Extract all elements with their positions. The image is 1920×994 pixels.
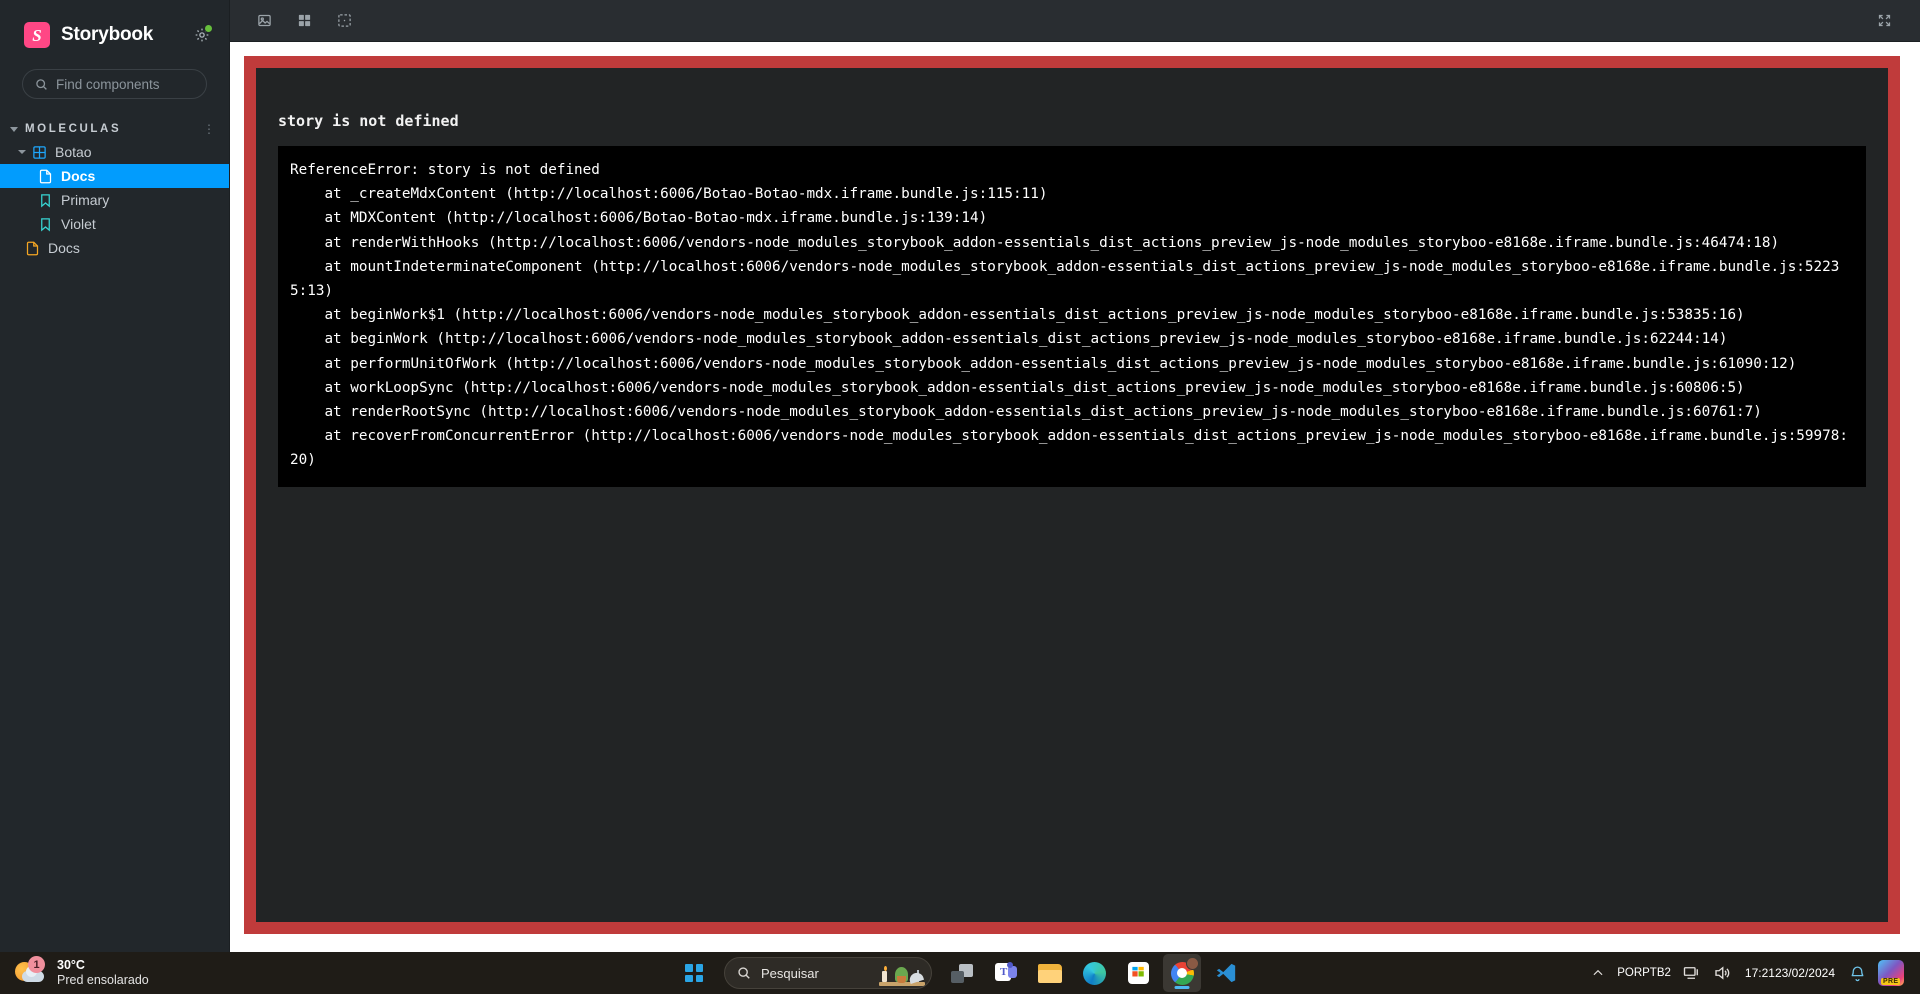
language-line-2: PTB2 [1642,967,1671,979]
tray-chevron-up[interactable] [1591,966,1605,980]
document-icon [39,169,52,183]
copilot-button[interactable]: PRE [1878,960,1904,986]
taskbar-app-edge[interactable] [1075,954,1113,992]
file-explorer-icon [1038,963,1062,983]
grid-icon [298,14,310,27]
app-title: Storybook [61,24,154,45]
fullscreen-icon [1878,14,1890,27]
microsoft-teams-icon: T [995,962,1017,984]
language-line-1: POR [1617,967,1643,979]
copilot-icon: PRE [1878,960,1904,986]
storybook-window: S Storybook / MOLECULAS ⋮ [0,0,1920,994]
google-chrome-icon [1170,956,1199,985]
microsoft-edge-icon [1082,961,1106,985]
sidebar-item-label: Docs [48,240,80,256]
language-indicator[interactable]: POR PTB2 [1617,966,1671,980]
taskbar-search[interactable]: Pesquisar [724,957,932,989]
network-button[interactable] [1683,964,1701,982]
error-frame: story is not defined ReferenceError: sto… [244,56,1900,934]
taskbar-app-teams[interactable]: T [987,954,1025,992]
taskbar-search-placeholder: Pesquisar [761,965,819,981]
network-icon [1683,967,1698,979]
volume-icon [1715,966,1730,980]
storybook-logo-letter: S [32,25,42,45]
search-icon [738,967,750,979]
sidebar-item-docs-root[interactable]: Docs [0,236,229,260]
sidebar-group-moleculas[interactable]: MOLECULAS ⋮ [0,118,229,140]
fullscreen-button[interactable] [1870,7,1898,35]
bell-icon [1851,965,1864,981]
backgrounds-button[interactable] [250,7,278,35]
grid-button[interactable] [290,7,318,35]
sidebar-brand[interactable]: S Storybook [0,16,229,50]
taskbar-center-group: Pesquisar T [672,952,1248,994]
weather-widget[interactable]: 1 30°C Pred ensolarado [14,953,149,993]
microsoft-store-icon [1127,962,1149,984]
avatar [1185,956,1199,970]
collapse-all-icon[interactable]: ⋮ [203,123,215,135]
weather-sunny-icon: 1 [14,956,48,988]
system-tray: POR PTB2 17:21 23/02/2024 PRE [1585,952,1920,994]
taskbar-app-task-view[interactable] [943,954,981,992]
story-preview-area: story is not defined ReferenceError: sto… [230,42,1920,952]
sidebar-item-docs[interactable]: Docs [0,164,229,188]
weather-condition: Pred ensolarado [57,973,149,987]
clock-time: 17:21 [1744,965,1775,980]
task-view-icon [951,963,973,983]
error-stack-trace: ReferenceError: story is not defined at … [278,146,1866,487]
active-app-indicator [1174,986,1190,989]
measure-button[interactable] [330,7,358,35]
clock[interactable]: 17:21 23/02/2024 [1745,966,1835,981]
sidebar-item-primary[interactable]: Primary [0,188,229,212]
sidebar-item-label: Botao [55,144,92,160]
search-input[interactable] [48,76,233,92]
update-status-dot [204,24,213,33]
bookmark-icon [41,217,50,231]
taskbar-app-chrome[interactable] [1163,954,1201,992]
start-button[interactable] [678,957,710,989]
windows-taskbar: 1 30°C Pred ensolarado Pesquisar T POR P… [0,952,1920,994]
chevron-down-icon [18,150,26,154]
notification-badge: 1 [28,956,45,973]
sidebar-item-label: Violet [61,216,96,232]
bookmark-icon [41,193,50,207]
notifications-button[interactable] [1849,965,1866,982]
weather-text: 30°C Pred ensolarado [57,958,149,988]
component-grid-icon [33,145,46,159]
chevron-down-icon [10,126,18,132]
search-decoration-illustration [879,958,925,988]
find-components-search[interactable]: / [22,69,253,99]
sidebar-item-label: Docs [61,168,96,184]
weather-temperature: 30°C [57,958,85,972]
document-icon [26,241,39,255]
backgrounds-icon [257,14,271,27]
sidebar-group-label: MOLECULAS [25,123,122,135]
storybook-logo-icon: S [24,22,50,48]
search-icon [36,78,47,90]
clock-date: 23/02/2024 [1774,965,1835,980]
error-title: story is not defined [278,112,459,130]
volume-button[interactable] [1713,964,1731,982]
copilot-preview-badge: PRE [1881,978,1901,985]
preview-toolbar [230,0,1920,42]
sidebar: S Storybook / MOLECULAS ⋮ [0,0,253,952]
measure-icon [337,14,351,27]
vs-code-icon [1215,962,1237,984]
toolbar-right-group [1850,7,1898,35]
sidebar-item-violet[interactable]: Violet [0,212,229,236]
sidebar-item-botao[interactable]: Botao [0,140,229,164]
taskbar-app-file-explorer[interactable] [1031,954,1069,992]
sidebar-item-label: Primary [61,192,110,208]
taskbar-app-vscode[interactable] [1207,954,1245,992]
taskbar-app-store[interactable] [1119,954,1157,992]
chevron-up-icon [1593,969,1603,976]
gear-icon[interactable] [191,24,213,46]
